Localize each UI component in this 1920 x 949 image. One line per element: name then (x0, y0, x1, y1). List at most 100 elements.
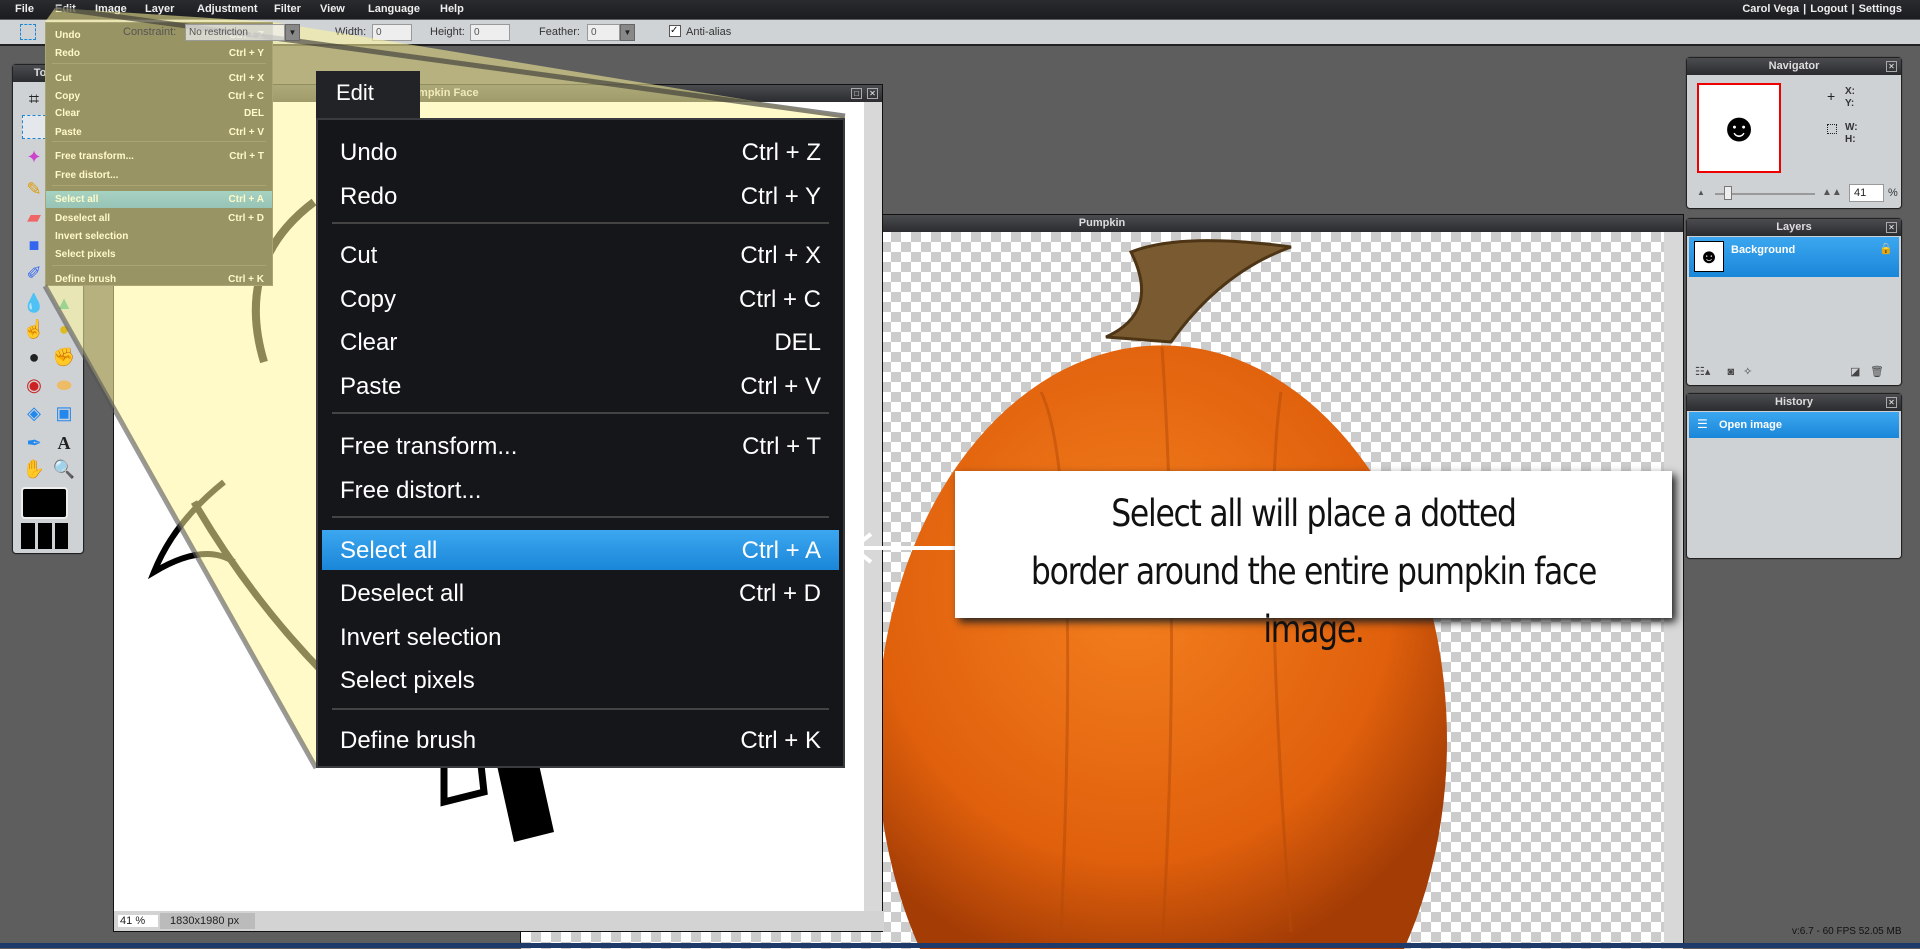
blur-icon[interactable]: 💧 (22, 291, 46, 315)
menu-layer[interactable]: Layer (145, 3, 174, 15)
menu-item-define-brush[interactable]: Define brush Ctrl + K (46, 271, 272, 288)
trash-icon[interactable]: 🗑 (1870, 365, 1884, 378)
magic-wand-icon[interactable]: ✦ (22, 145, 46, 169)
bloat-icon[interactable]: ◈ (22, 401, 46, 425)
menu-item-select-pixels[interactable]: Select pixels (322, 660, 839, 700)
lock-icon[interactable]: 🔒 (1879, 242, 1893, 255)
chevron-down-icon[interactable]: ▼ (285, 24, 300, 41)
menu-item-deselect-all[interactable]: Deselect all Ctrl + D (322, 573, 839, 613)
layer-settings-icon[interactable]: ☷▴ (1695, 366, 1710, 378)
menu-item-shortcut: Ctrl + V (740, 373, 821, 400)
eraser-icon[interactable]: ▰ (22, 205, 46, 229)
close-icon[interactable]: ✕ (1886, 222, 1897, 233)
menu-item-select-all[interactable]: Select all Ctrl + A (46, 191, 272, 208)
text-icon[interactable]: A (52, 431, 76, 455)
menu-item-shortcut: Ctrl + A (741, 537, 821, 564)
menu-item-deselect-all[interactable]: Deselect all Ctrl + D (46, 210, 272, 227)
spot-heal-icon[interactable]: ⬬ (52, 373, 76, 397)
menu-item-shortcut: Ctrl + Y (740, 183, 821, 210)
gradient-icon[interactable]: ■ (22, 233, 46, 257)
zoom-icon[interactable]: 🔍 (52, 457, 76, 481)
marquee-icon[interactable] (22, 115, 46, 139)
pencil-icon[interactable]: ✎ (22, 177, 46, 201)
menu-item-copy[interactable]: Copy Ctrl + C (46, 88, 272, 105)
menu-language[interactable]: Language (368, 3, 420, 15)
pinch-icon[interactable]: ▣ (52, 401, 76, 425)
dodge-icon[interactable]: ✊ (52, 345, 76, 369)
menu-edit[interactable]: Edit (55, 3, 76, 15)
vertical-scrollbar[interactable] (864, 102, 882, 913)
navigator-thumbnail[interactable]: ☻ (1697, 83, 1781, 173)
menu-item-label: Paste (55, 127, 82, 138)
menu-separator (332, 222, 829, 224)
menu-item-cut[interactable]: Cut Ctrl + X (322, 235, 839, 275)
menu-item-label: Cut (55, 73, 72, 84)
sponge-icon[interactable]: ● (52, 317, 76, 341)
width-input[interactable]: 0 (372, 24, 412, 41)
crop-icon[interactable]: ⌗ (22, 87, 46, 111)
menu-item-define-brush[interactable]: Define brush Ctrl + K (322, 720, 839, 760)
edit-menu-title[interactable]: Edit (316, 71, 420, 119)
menu-item-invert-selection[interactable]: Invert selection (322, 617, 839, 657)
close-icon[interactable]: ✕ (867, 88, 878, 99)
navigator-zoom-input[interactable]: 41 (1849, 184, 1884, 202)
menu-item-select-pixels[interactable]: Select pixels (46, 246, 272, 263)
color-picker-icon[interactable]: ✒ (22, 431, 46, 455)
menu-item-shortcut: Ctrl + C (228, 91, 264, 102)
logout-link[interactable]: Logout (1810, 3, 1847, 15)
menu-item-cut[interactable]: Cut Ctrl + X (46, 70, 272, 87)
zoom-input[interactable]: 41 % (118, 915, 158, 927)
close-icon[interactable]: ✕ (1886, 397, 1897, 408)
history-title: History (1687, 394, 1901, 411)
layer-mask-icon[interactable]: ◙ (1727, 366, 1734, 378)
sharpen-icon[interactable]: ▲ (52, 291, 76, 315)
menu-item-free-transform[interactable]: Free transform... Ctrl + T (322, 426, 839, 466)
new-layer-icon[interactable]: ◪ (1850, 365, 1860, 378)
layer-style-icon[interactable]: ✧ (1743, 366, 1752, 378)
menu-item-free-distort[interactable]: Free distort... (322, 470, 839, 510)
menu-view[interactable]: View (320, 3, 345, 15)
red-eye-icon[interactable]: ◉ (22, 373, 46, 397)
menu-item-clear[interactable]: Clear DEL (46, 105, 272, 122)
menu-item-free-transform[interactable]: Free transform... Ctrl + T (46, 148, 272, 165)
menu-item-shortcut: Ctrl + C (738, 286, 821, 313)
color-swatch[interactable] (21, 487, 68, 519)
menu-help[interactable]: Help (440, 3, 464, 15)
menu-item-undo[interactable]: Undo Ctrl + Z (322, 132, 839, 172)
burn-icon[interactable]: ● (22, 345, 46, 369)
menu-item-clear[interactable]: Clear DEL (322, 322, 839, 362)
menu-image[interactable]: Image (95, 3, 127, 15)
hand-icon[interactable]: ✋ (22, 457, 46, 481)
height-input[interactable]: 0 (470, 24, 510, 41)
chevron-down-icon[interactable]: ▼ (620, 24, 635, 41)
settings-link[interactable]: Settings (1859, 3, 1902, 15)
zoom-out-icon[interactable]: ▲ (1697, 188, 1705, 197)
menu-item-select-all[interactable]: Select all Ctrl + A (322, 530, 839, 570)
menu-item-copy[interactable]: Copy Ctrl + C (322, 279, 839, 319)
constraint-select[interactable]: No restriction (185, 24, 285, 41)
layer-row[interactable]: ☻ Background 🔒 (1689, 237, 1899, 277)
menu-item-invert-selection[interactable]: Invert selection (46, 228, 272, 245)
smudge-icon[interactable]: ☝ (22, 317, 46, 341)
feather-input[interactable]: 0 (587, 24, 620, 41)
menu-item-redo[interactable]: Redo Ctrl + Y (46, 45, 272, 62)
zoom-in-icon[interactable]: ▲▲ (1822, 187, 1842, 198)
menu-item-label: Redo (340, 183, 398, 210)
menu-file[interactable]: File (15, 3, 34, 15)
close-icon[interactable]: ✕ (1886, 61, 1897, 72)
menu-item-paste[interactable]: Paste Ctrl + V (322, 366, 839, 406)
menu-item-free-distort[interactable]: Free distort... (46, 167, 272, 184)
maximize-icon[interactable]: □ (851, 88, 862, 99)
menu-item-shortcut: DEL (774, 329, 821, 356)
menu-separator (332, 708, 829, 710)
menu-filter[interactable]: Filter (274, 3, 301, 15)
zoom-slider-thumb[interactable] (1724, 186, 1732, 200)
color-replace-icon[interactable]: ✐ (22, 261, 46, 285)
swatch-presets[interactable] (21, 523, 68, 549)
menu-item-redo[interactable]: Redo Ctrl + Y (322, 176, 839, 216)
history-item[interactable]: ☰ Open image (1689, 412, 1899, 438)
user-name[interactable]: Carol Vega (1742, 3, 1799, 15)
menu-item-paste[interactable]: Paste Ctrl + V (46, 124, 272, 141)
antialias-checkbox[interactable]: ✓ (669, 25, 681, 37)
menu-adjustment[interactable]: Adjustment (197, 3, 258, 15)
